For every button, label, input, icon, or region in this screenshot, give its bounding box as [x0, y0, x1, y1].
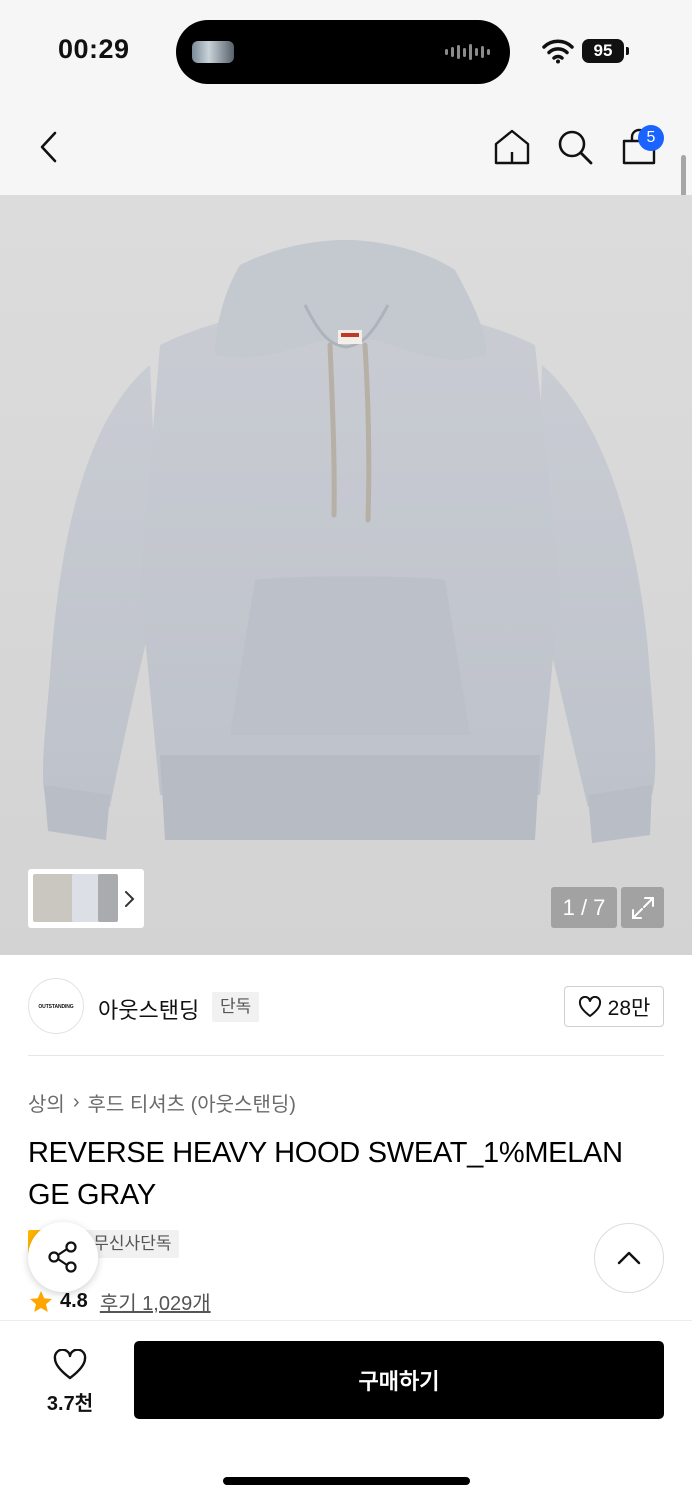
chevron-right-icon [125, 891, 135, 907]
wishlist-button[interactable]: 3.7천 [30, 1344, 110, 1420]
breadcrumb-separator: › [72, 1091, 80, 1113]
brand-row: OUTSTANDING 아웃스탠딩 단독 28만 [28, 978, 664, 1036]
heart-icon [53, 1348, 87, 1379]
breadcrumb-category[interactable]: 상의 [28, 1088, 65, 1117]
image-counter: 1 / 7 [551, 887, 617, 928]
buy-button[interactable]: 구매하기 [134, 1341, 664, 1419]
dynamic-island[interactable] [176, 20, 510, 84]
product-image[interactable] [0, 195, 692, 955]
home-button[interactable] [491, 126, 533, 168]
status-bar: 00:29 95 [0, 0, 692, 100]
search-icon [558, 130, 593, 165]
brand-logo[interactable]: OUTSTANDING [28, 978, 84, 1034]
breadcrumb: 상의 › 후드 티셔츠 (아웃스탠딩) [28, 1088, 296, 1117]
star-icon [30, 1290, 52, 1312]
status-time: 00:29 [58, 34, 130, 64]
brand-like-button[interactable]: 28만 [564, 986, 664, 1027]
home-indicator[interactable] [223, 1477, 470, 1485]
review-link[interactable]: 후기 1,029개 [100, 1287, 211, 1316]
back-button[interactable] [28, 126, 70, 168]
thumbnail-3[interactable] [98, 874, 118, 922]
expand-icon [631, 896, 654, 919]
section-divider [28, 1055, 664, 1056]
now-playing-thumbnail [192, 41, 234, 63]
share-icon [48, 1241, 77, 1273]
brand-name[interactable]: 아웃스탠딩 [98, 993, 199, 1025]
product-title: REVERSE HEAVY HOOD SWEAT_1%MELAN GE GRAY [28, 1137, 623, 1211]
chevron-up-icon [617, 1251, 641, 1265]
breadcrumb-subcategory[interactable]: 후드 티셔츠 (아웃스탠딩) [87, 1088, 295, 1117]
chevron-left-icon [40, 131, 57, 163]
battery-cap [626, 47, 629, 55]
fullscreen-button[interactable] [621, 887, 664, 928]
home-icon [494, 129, 530, 165]
audio-wave-icon [445, 43, 490, 61]
share-button[interactable] [28, 1222, 98, 1292]
top-navigation [0, 100, 692, 195]
rating-value: 4.8 [60, 1290, 88, 1312]
thumbnail-1[interactable] [33, 874, 75, 922]
scroll-to-top-button[interactable] [594, 1223, 664, 1293]
search-button[interactable] [554, 126, 596, 168]
thumbnail-strip[interactable] [28, 869, 144, 928]
cart-count-badge: 5 [638, 125, 664, 151]
platform-exclusive-tag: 무신사단독 [85, 1230, 180, 1258]
brand-like-count: 28만 [607, 996, 651, 1020]
wishlist-count: 3.7천 [46, 1392, 94, 1415]
hoodie-image [42, 240, 656, 843]
exclusive-badge: 단독 [212, 992, 260, 1022]
battery-indicator: 95 [582, 39, 624, 63]
wifi-icon [542, 39, 574, 64]
heart-icon [578, 995, 601, 1017]
